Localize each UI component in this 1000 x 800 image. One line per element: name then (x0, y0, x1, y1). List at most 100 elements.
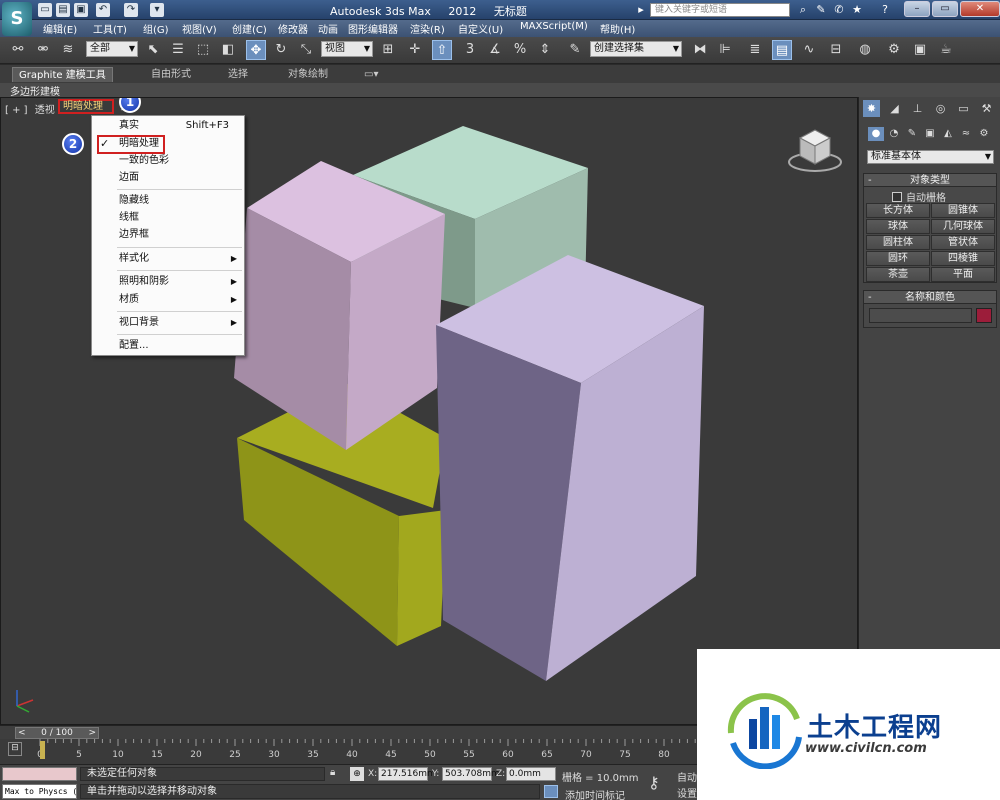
menu-customize[interactable]: 自定义(U) (458, 21, 503, 36)
time-slider-thumb[interactable]: < 0 / 100 > (15, 727, 99, 739)
keyboard-shortcut-override-icon[interactable]: ⇧ (432, 40, 452, 60)
box-button[interactable]: 长方体 (866, 203, 930, 218)
align-icon[interactable]: ⊫ (715, 40, 735, 60)
spinner-snap-icon[interactable]: ⇕ (535, 40, 555, 60)
tab-graphite-modeling[interactable]: Graphite 建模工具 (12, 67, 113, 82)
help-search-input[interactable]: 键入关键字或短语 (650, 3, 790, 17)
snaps-toggle-icon[interactable]: 3 (460, 40, 480, 60)
rect-selection-icon[interactable]: ⬚ (193, 40, 213, 60)
graphite-toggle-icon[interactable]: ▤ (772, 40, 792, 60)
yellow-box-side[interactable] (397, 510, 446, 646)
curve-editor-mini-icon[interactable]: ⊟ (8, 742, 22, 756)
redo-icon[interactable]: ↷ (124, 3, 138, 17)
geometry-icon[interactable]: ● (868, 127, 884, 141)
menu-item-viewport-background[interactable]: 视口背景 ▶ (92, 314, 244, 331)
maxscript-input[interactable]: Max to Physcs ( (2, 784, 77, 799)
name-color-header[interactable]: - 名称和颜色 (864, 291, 996, 304)
schematic-view-icon[interactable]: ⊟ (826, 40, 846, 60)
menu-item-edged-faces[interactable]: 边面 (92, 169, 244, 186)
x-coordinate-field[interactable]: 217.516mm (378, 767, 436, 781)
save-file-icon[interactable]: ▣ (74, 3, 88, 17)
polygon-modeling-panel[interactable]: 多边形建模 (10, 83, 60, 98)
geosphere-button[interactable]: 几何球体 (931, 219, 995, 234)
menu-item-wireframe[interactable]: 线框 (92, 209, 244, 226)
next-frame-icon[interactable]: > (88, 728, 96, 738)
set-key-button[interactable]: 设置 (677, 785, 697, 800)
menu-tools[interactable]: 工具(T) (93, 21, 127, 36)
select-manipulate-icon[interactable]: ✛ (405, 40, 425, 60)
absolute-mode-icon[interactable]: ⊕ (350, 767, 364, 781)
tab-object-paint[interactable]: 对象绘制 (282, 67, 334, 82)
prev-frame-icon[interactable]: < (18, 728, 26, 738)
curve-editor-icon[interactable]: ∿ (799, 40, 819, 60)
motion-tab-icon[interactable]: ◎ (932, 100, 949, 117)
subscription-icon[interactable]: ✎ (814, 3, 828, 17)
menu-views[interactable]: 视图(V) (182, 21, 217, 36)
render-production-icon[interactable]: ☕ (936, 40, 956, 60)
sphere-button[interactable]: 球体 (866, 219, 930, 234)
utilities-tab-icon[interactable]: ⚒ (978, 100, 995, 117)
menu-item-bounding-box[interactable]: 边界框 (92, 226, 244, 243)
unlink-icon[interactable]: ⚮ (33, 40, 53, 60)
select-object-icon[interactable]: ⬉ (143, 40, 163, 60)
hierarchy-tab-icon[interactable]: ⊥ (909, 100, 926, 117)
shapes-icon[interactable]: ◔ (886, 127, 902, 141)
rendered-frame-icon[interactable]: ▣ (910, 40, 930, 60)
set-key-icon[interactable]: ⚷ (648, 773, 660, 792)
systems-icon[interactable]: ⚙ (976, 127, 992, 141)
window-crossing-icon[interactable]: ◧ (218, 40, 238, 60)
menu-item-materials[interactable]: 材质 ▶ (92, 291, 244, 308)
cone-button[interactable]: 圆锥体 (931, 203, 995, 218)
edit-named-selection-icon[interactable]: ✎ (565, 40, 585, 60)
selection-lock-icon[interactable]: 🔒︎ (330, 767, 335, 778)
object-color-swatch[interactable] (976, 308, 992, 323)
menu-item-hidden-line[interactable]: 隐藏线 (92, 192, 244, 209)
maxscript-listener-output[interactable] (2, 767, 77, 781)
object-name-input[interactable] (869, 308, 972, 323)
teapot-button[interactable]: 茶壶 (866, 267, 930, 282)
communication-icon[interactable]: ✆ (832, 3, 846, 17)
select-by-name-icon[interactable]: ☰ (168, 40, 188, 60)
time-tag-icon[interactable] (544, 785, 558, 798)
menu-edit[interactable]: 编辑(E) (43, 21, 77, 36)
menu-item-lighting-shadows[interactable]: 照明和阴影 ▶ (92, 273, 244, 290)
helpers-icon[interactable]: ◭ (940, 127, 956, 141)
menu-group[interactable]: 组(G) (143, 21, 169, 36)
cylinder-button[interactable]: 圆柱体 (866, 235, 930, 250)
pyramid-button[interactable]: 四棱锥 (931, 251, 995, 266)
y-coordinate-field[interactable]: 503.708mm (442, 767, 500, 781)
undo-icon[interactable]: ↶ (96, 3, 110, 17)
quick-access-menu-icon[interactable]: ▾ (150, 3, 164, 17)
close-button[interactable]: ✕ (960, 1, 1000, 17)
ribbon-options-icon[interactable]: ▭▾ (358, 67, 384, 82)
select-scale-icon[interactable]: ⤡ (296, 40, 316, 60)
maximize-button[interactable]: ▭ (932, 1, 958, 17)
search-icon[interactable]: ⌕ (796, 3, 810, 17)
viewport-pov-label[interactable]: 透视 (35, 105, 55, 116)
time-slider[interactable]: < 0 / 100 > (0, 725, 700, 739)
search-nav-icon[interactable]: ▸ (634, 3, 648, 17)
viewport-shading-label[interactable]: 明暗处理 (58, 99, 114, 114)
modify-tab-icon[interactable]: ◢ (886, 100, 903, 117)
space-warps-icon[interactable]: ≈ (958, 127, 974, 141)
select-rotate-icon[interactable]: ↻ (271, 40, 291, 60)
reference-coord-dropdown[interactable]: 视图 ▼ (321, 41, 373, 57)
minimize-button[interactable]: – (904, 1, 930, 17)
select-link-icon[interactable]: ⚯ (8, 40, 28, 60)
track-bar[interactable]: 05101520253035404550556065707580 ⊟ (0, 739, 700, 764)
menu-rendering[interactable]: 渲染(R) (410, 21, 445, 36)
z-coordinate-field[interactable]: 0.0mm (506, 767, 556, 781)
menu-item-configure[interactable]: 配置... (92, 337, 244, 354)
menu-create[interactable]: 创建(C) (232, 21, 267, 36)
select-move-icon[interactable]: ✥ (246, 40, 266, 60)
tab-selection[interactable]: 选择 (222, 67, 254, 82)
menu-item-stylized[interactable]: 样式化 ▶ (92, 250, 244, 267)
tube-button[interactable]: 管状体 (931, 235, 995, 250)
pivot-center-icon[interactable]: ⊞ (378, 40, 398, 60)
object-category-dropdown[interactable]: 标准基本体 ▼ (867, 150, 994, 164)
plane-button[interactable]: 平面 (931, 267, 995, 282)
viewport-menu-plus[interactable]: [ + ] (5, 105, 28, 116)
layer-manager-icon[interactable]: ≣ (745, 40, 765, 60)
percent-snap-icon[interactable]: % (510, 40, 530, 60)
named-selection-set-dropdown[interactable]: 创建选择集 ▼ (590, 41, 682, 57)
